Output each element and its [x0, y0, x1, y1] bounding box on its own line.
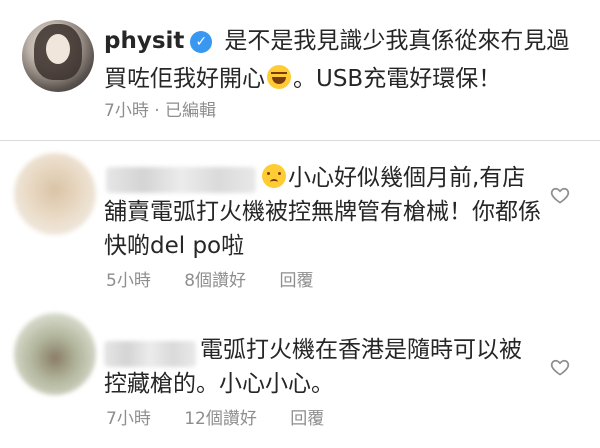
comment-text: 小心好似幾個月前,有店舖賣電弧打火機被控無牌管有槍械！你都係快啲del po啦	[104, 161, 544, 263]
caption-text-part2: 。USB充電好環保！	[293, 66, 502, 92]
comment-meta: 7小時 12個讚好 回覆	[106, 404, 352, 429]
comment-time[interactable]: 5小時	[106, 271, 151, 291]
post-edited-label: 已編輯	[165, 101, 217, 121]
comment-item: 小心好似幾個月前,有店舖賣電弧打火機被控無牌管有槍械！你都係快啲del po啦 …	[0, 141, 600, 301]
meta-separator: ·	[154, 101, 160, 121]
post-meta: 7小時 · 已編輯	[104, 96, 216, 121]
post-caption: physit ✓ 是不是我見識少我真係從來冇見過買咗佢我好開心 。USB充電好環保！	[104, 22, 584, 98]
reply-button[interactable]: 回覆	[279, 271, 313, 291]
comment-item: 電弧打火機在香港是隨時可以被控藏槍的。小心小心。 7小時 12個讚好 回覆	[0, 301, 600, 448]
comment-body: 電弧打火機在香港是隨時可以被控藏槍的。小心小心。	[104, 337, 522, 397]
comment-body: 小心好似幾個月前,有店舖賣電弧打火機被控無牌管有槍械！你都係快啲del po啦	[104, 165, 541, 259]
comment-text: 電弧打火機在香港是隨時可以被控藏槍的。小心小心。	[104, 333, 544, 401]
post-caption-section: physit ✓ 是不是我見識少我真係從來冇見過買咗佢我好開心 。USB充電好環保！ …	[0, 0, 600, 140]
post-author-avatar[interactable]	[22, 20, 94, 92]
comment-avatar-blurred[interactable]	[14, 313, 96, 395]
comment-meta: 5小時 8個讚好 回覆	[106, 266, 341, 291]
comment-likes[interactable]: 8個讚好	[184, 271, 246, 291]
heart-outline-icon[interactable]	[550, 357, 570, 377]
tears-of-joy-emoji-icon	[267, 65, 291, 89]
verified-badge-icon: ✓	[190, 31, 213, 53]
comment-likes[interactable]: 12個讚好	[184, 409, 257, 429]
post-username[interactable]: physit	[104, 28, 184, 54]
avatar-face	[46, 34, 70, 64]
reply-button[interactable]: 回覆	[290, 409, 324, 429]
post-time[interactable]: 7小時	[104, 101, 149, 121]
heart-outline-icon[interactable]	[550, 185, 570, 205]
worried-face-emoji-icon	[262, 164, 286, 188]
comment-avatar-blurred[interactable]	[14, 153, 96, 235]
comment-time[interactable]: 7小時	[106, 409, 151, 429]
